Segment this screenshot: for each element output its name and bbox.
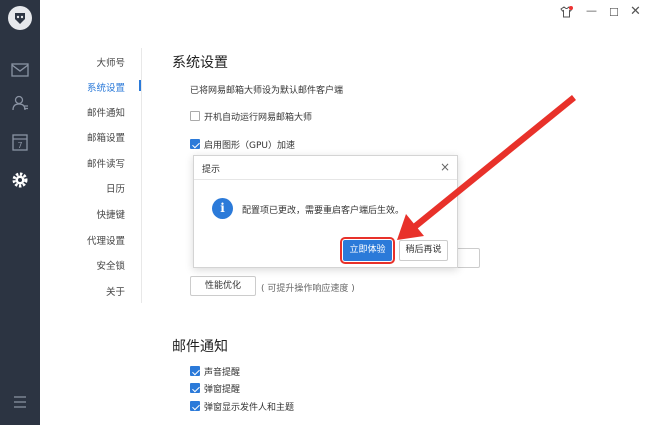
settings-icon[interactable]	[10, 170, 30, 190]
nav-item-mail-notification[interactable]: 邮件通知	[87, 105, 125, 119]
contacts-icon[interactable]	[10, 93, 30, 113]
sound-alert-label: 声音提醒	[204, 368, 241, 378]
logo-icon[interactable]	[8, 6, 32, 30]
system-settings-title: 系统设置	[172, 55, 228, 71]
popup-alert-label: 弹窗提醒	[204, 385, 241, 395]
close-window-button[interactable]: ✕	[630, 4, 641, 19]
calendar-icon[interactable]: 7	[10, 132, 30, 152]
nav-item-mail-read-write[interactable]: 邮件读写	[87, 156, 125, 170]
nav-item-about[interactable]: 关于	[106, 284, 125, 298]
nav-divider	[141, 48, 142, 303]
performance-optimize-button[interactable]: 性能优化	[190, 276, 256, 296]
nav-item-shortcuts[interactable]: 快捷键	[96, 207, 125, 221]
later-button[interactable]: 稍后再说	[399, 240, 448, 261]
popup-alert-checkbox[interactable]	[190, 383, 200, 393]
performance-hint: ( 可提升操作响应速度 )	[261, 284, 355, 294]
calendar-number: 7	[17, 141, 22, 150]
maximize-button[interactable]: ☐	[609, 6, 619, 19]
nav-item-proxy-settings[interactable]: 代理设置	[87, 233, 125, 247]
settings-nav: 大师号 系统设置 邮件通知 邮箱设置 邮件读写 日历 快捷键 代理设置 安全锁 …	[40, 0, 140, 425]
dialog-header: 提示 ×	[194, 156, 457, 180]
menu-icon[interactable]	[10, 392, 30, 412]
gpu-checkbox[interactable]	[190, 139, 200, 149]
popup-sender-subject-checkbox[interactable]	[190, 401, 200, 411]
try-now-button[interactable]: 立即体验	[340, 237, 395, 264]
nav-item-calendar[interactable]: 日历	[106, 181, 125, 195]
info-icon: i	[212, 198, 233, 219]
dialog-message: 配置项已更改，需要重启客户端后生效。	[242, 206, 405, 216]
notification-dot	[569, 6, 573, 10]
autostart-checkbox[interactable]	[190, 111, 200, 121]
default-client-text: 已将网易邮箱大师设为默认邮件客户端	[190, 86, 344, 96]
nav-item-system-settings[interactable]: 系统设置	[87, 80, 125, 94]
app-sidebar: 7	[0, 0, 40, 425]
sound-alert-checkbox[interactable]	[190, 366, 200, 376]
gpu-label: 启用图形（GPU）加速	[204, 141, 295, 151]
popup-sender-subject-label: 弹窗显示发件人和主题	[204, 403, 295, 413]
nav-item-dashi-account[interactable]: 大师号	[96, 55, 125, 69]
dialog-close-icon[interactable]: ×	[440, 160, 450, 174]
nav-item-security-lock[interactable]: 安全锁	[96, 258, 125, 272]
mail-notification-title: 邮件通知	[172, 339, 228, 355]
dialog-title: 提示	[202, 165, 221, 175]
active-nav-marker	[139, 80, 141, 91]
nav-item-mailbox-settings[interactable]: 邮箱设置	[87, 130, 125, 144]
mail-icon[interactable]	[10, 60, 30, 80]
restart-prompt-dialog: 提示 × i 配置项已更改，需要重启客户端后生效。 立即体验 稍后再说	[193, 155, 458, 268]
minimize-button[interactable]: —	[586, 4, 597, 17]
autostart-label: 开机自动运行网易邮箱大师	[204, 113, 313, 123]
